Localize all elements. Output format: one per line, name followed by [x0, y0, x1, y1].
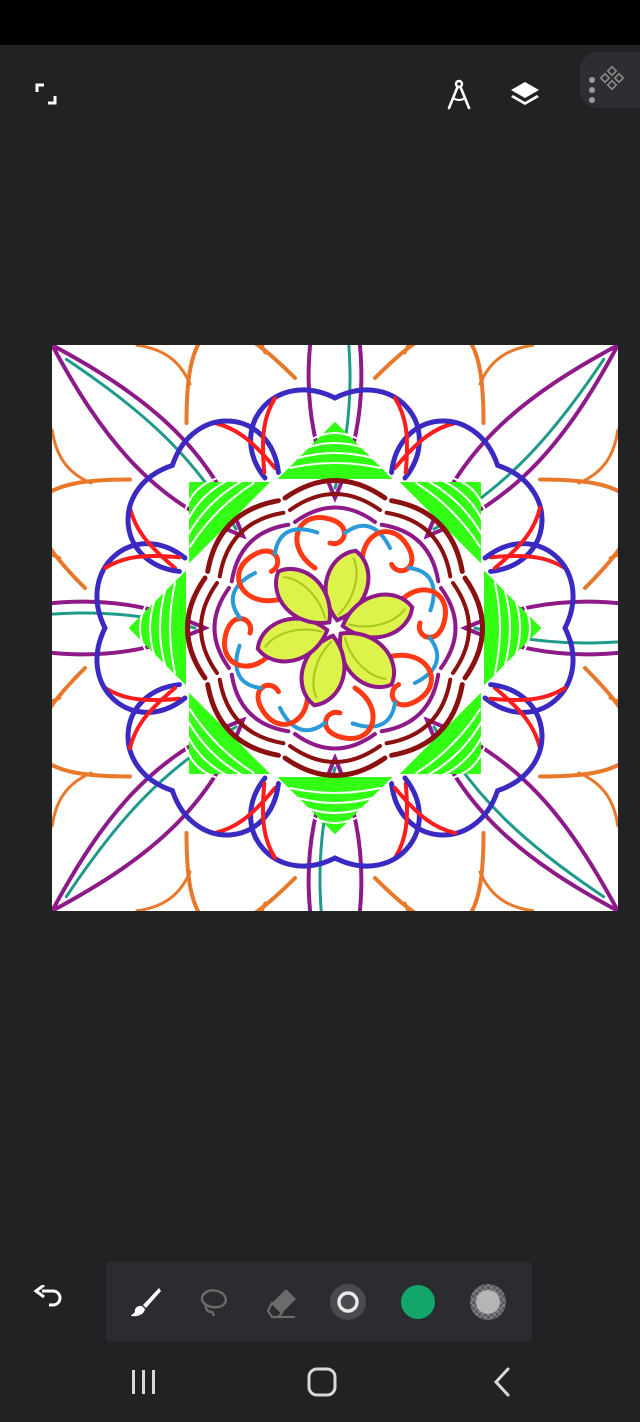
brush-size-button[interactable] [324, 1278, 372, 1326]
home-icon [307, 1367, 337, 1397]
recents-icon [132, 1370, 155, 1394]
lasso-tool[interactable] [190, 1278, 238, 1326]
compass-ruler-icon [447, 79, 471, 110]
brush-icon [131, 1288, 161, 1317]
undo-button[interactable] [24, 1276, 72, 1316]
color-swatch-icon [401, 1285, 435, 1319]
back-icon [493, 1367, 510, 1397]
corner-badge[interactable] [596, 62, 628, 96]
opacity-button[interactable] [464, 1278, 512, 1326]
mandala-artwork [52, 345, 618, 911]
diamond-grid-icon [599, 66, 625, 91]
color-picker-button[interactable] [394, 1278, 442, 1326]
eraser-tool[interactable] [258, 1278, 306, 1326]
layers-icon [511, 82, 539, 105]
eraser-icon [266, 1289, 296, 1319]
opacity-icon [470, 1284, 506, 1320]
recents-button[interactable] [114, 1356, 174, 1408]
undo-icon [33, 1285, 62, 1307]
status-bar [0, 0, 640, 45]
layers-button[interactable] [502, 72, 548, 118]
brush-size-icon [330, 1284, 366, 1320]
lasso-icon [200, 1289, 227, 1317]
ruler-button[interactable] [436, 72, 482, 118]
home-button[interactable] [292, 1356, 352, 1408]
drawing-canvas[interactable] [52, 345, 618, 911]
fullscreen-icon [35, 83, 57, 105]
brush-tool[interactable] [122, 1278, 170, 1326]
back-button[interactable] [472, 1356, 532, 1408]
more-vertical-icon [589, 77, 595, 103]
fullscreen-button[interactable] [22, 72, 70, 116]
